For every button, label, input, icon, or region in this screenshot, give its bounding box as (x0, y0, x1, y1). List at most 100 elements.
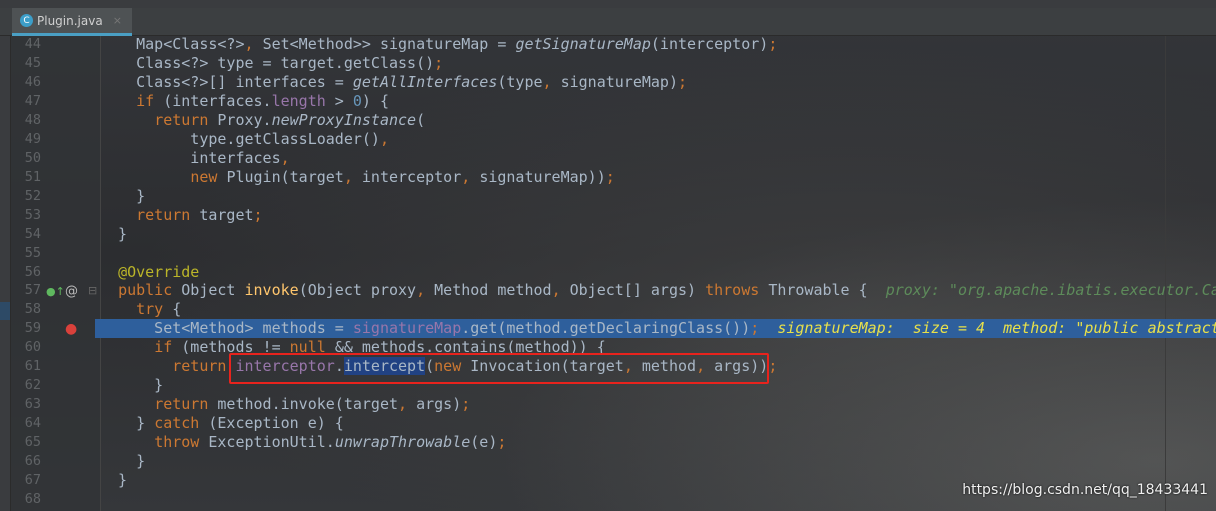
code-token: , (551, 281, 570, 300)
code-token: target (199, 205, 254, 224)
code-line[interactable]: 51 new Plugin(target, interceptor, signa… (0, 168, 1216, 187)
code-token: > (325, 91, 353, 110)
code-text: type.getClassLoader(), (100, 130, 389, 149)
breakpoint-icon[interactable]: ● (65, 321, 77, 337)
line-number: 57 (24, 282, 41, 299)
code-token: throws (705, 281, 769, 300)
code-line[interactable]: 56 @Override (0, 263, 1216, 282)
line-number: 49 (24, 130, 41, 147)
toolbar-strip (0, 0, 1216, 8)
code-text: return target; (100, 205, 262, 225)
code-token: } (100, 186, 146, 205)
code-token: throw (154, 433, 209, 452)
code-line[interactable]: 46 Class<?>[] interfaces = getAllInterfa… (0, 73, 1216, 92)
line-number: 66 (24, 453, 41, 470)
code-line[interactable]: 58 try { (0, 300, 1216, 319)
code-token: signatureMap (352, 319, 462, 338)
code-line[interactable]: 63 return method.invoke(target, args); (0, 395, 1216, 414)
override-annotation-icon[interactable]: @ (65, 284, 78, 299)
code-line[interactable]: 55 (0, 244, 1216, 263)
code-token: } (100, 414, 155, 433)
line-number: 48 (24, 111, 41, 128)
code-line[interactable]: 54 } (0, 225, 1216, 244)
code-text: Class<?> type = target.getClass(); (100, 54, 443, 73)
code-token: , (280, 148, 290, 167)
code-token: unwrapThrowable (334, 433, 471, 452)
code-token: if (136, 91, 164, 110)
code-line[interactable]: 44 Map<Class<?>, Set<Method>> signatureM… (0, 35, 1216, 54)
code-token: } (100, 376, 164, 395)
code-token: , (416, 281, 435, 300)
code-line[interactable]: 47 if (interfaces.length > 0) { (0, 92, 1216, 111)
code-token: , (461, 167, 480, 186)
close-tab-icon[interactable]: × (113, 14, 122, 27)
code-token: ; (497, 433, 507, 452)
code-line-execution-point[interactable]: 59 Set<Method> methods = signatureMap.ge… (0, 319, 1216, 339)
code-token: Plugin(target (226, 167, 344, 186)
code-line[interactable]: 64 } catch (Exception e) { (0, 414, 1216, 433)
code-token: Map<Class<?> (100, 35, 245, 53)
debug-inline-value: proxy: "org.apache.ibatis.executor.Ca (885, 281, 1216, 300)
code-token: public (118, 281, 182, 300)
code-text: public Object invoke(Object proxy, Metho… (100, 281, 1216, 300)
code-token: (type (497, 72, 543, 91)
code-line[interactable]: 53 return target; (0, 206, 1216, 225)
code-line[interactable]: 66 } (0, 452, 1216, 471)
code-token: ; (768, 357, 778, 376)
code-token: , (379, 129, 389, 148)
code-token: ; (750, 319, 760, 338)
code-token: new (190, 167, 227, 186)
code-line[interactable]: 52 } (0, 187, 1216, 206)
line-number: 64 (24, 415, 41, 432)
code-line[interactable]: 48 return Proxy.newProxyInstance( (0, 111, 1216, 130)
highlight-box (229, 353, 769, 384)
tab-label: Plugin.java (37, 13, 103, 28)
line-number: 47 (24, 92, 41, 109)
line-number: 46 (24, 73, 41, 90)
code-text: } catch (Exception e) { (100, 414, 344, 433)
line-number: 58 (24, 301, 41, 318)
code-text: Class<?>[] interfaces = getAllInterfaces… (100, 73, 687, 92)
code-line[interactable]: 49 type.getClassLoader(), (0, 130, 1216, 149)
code-token: Throwable { (768, 281, 886, 300)
code-token: return (172, 357, 236, 376)
code-text: new Plugin(target, interceptor, signatur… (100, 167, 614, 187)
code-token: args) (416, 395, 462, 414)
line-number: 54 (24, 225, 41, 242)
code-token: return (136, 205, 200, 224)
line-number: 65 (24, 434, 41, 451)
fold-icon[interactable]: ⊟ (88, 284, 97, 297)
code-token: catch (154, 414, 209, 433)
line-number: 55 (24, 244, 41, 261)
code-token: ; (434, 53, 444, 72)
code-token: (interceptor) (650, 35, 769, 53)
code-token: } (100, 224, 128, 243)
code-token: signatureMap)) (479, 167, 606, 186)
debug-inline-value: signatureMap: size = 4 method: "public a… (759, 319, 1216, 338)
code-token: ; (461, 395, 471, 414)
code-line[interactable]: 57 public Object invoke(Object proxy, Me… (0, 281, 1216, 300)
implements-method-icon[interactable]: ●↑ (46, 285, 65, 298)
line-number: 63 (24, 396, 41, 413)
line-number: 44 (24, 36, 41, 52)
watermark: https://blog.csdn.net/qq_18433441 (962, 482, 1208, 498)
line-number: 52 (24, 187, 41, 204)
code-token: ; (768, 35, 778, 53)
code-token: (e) (470, 433, 498, 452)
line-number: 67 (24, 472, 41, 489)
code-token: ExceptionUtil. (208, 433, 335, 452)
code-line[interactable]: 45 Class<?> type = target.getClass(); (0, 54, 1216, 73)
code-token: , (398, 395, 417, 414)
code-token: newProxyInstance (271, 110, 417, 129)
code-token: if (154, 338, 182, 357)
code-token: Set<Method>> signatureMap = (262, 35, 516, 53)
code-line[interactable]: 50 interfaces, (0, 149, 1216, 168)
code-line[interactable]: 65 throw ExceptionUtil.unwrapThrowable(e… (0, 433, 1216, 452)
tab-plugin-java[interactable]: C Plugin.java × (12, 8, 132, 36)
line-number: 68 (24, 491, 41, 508)
